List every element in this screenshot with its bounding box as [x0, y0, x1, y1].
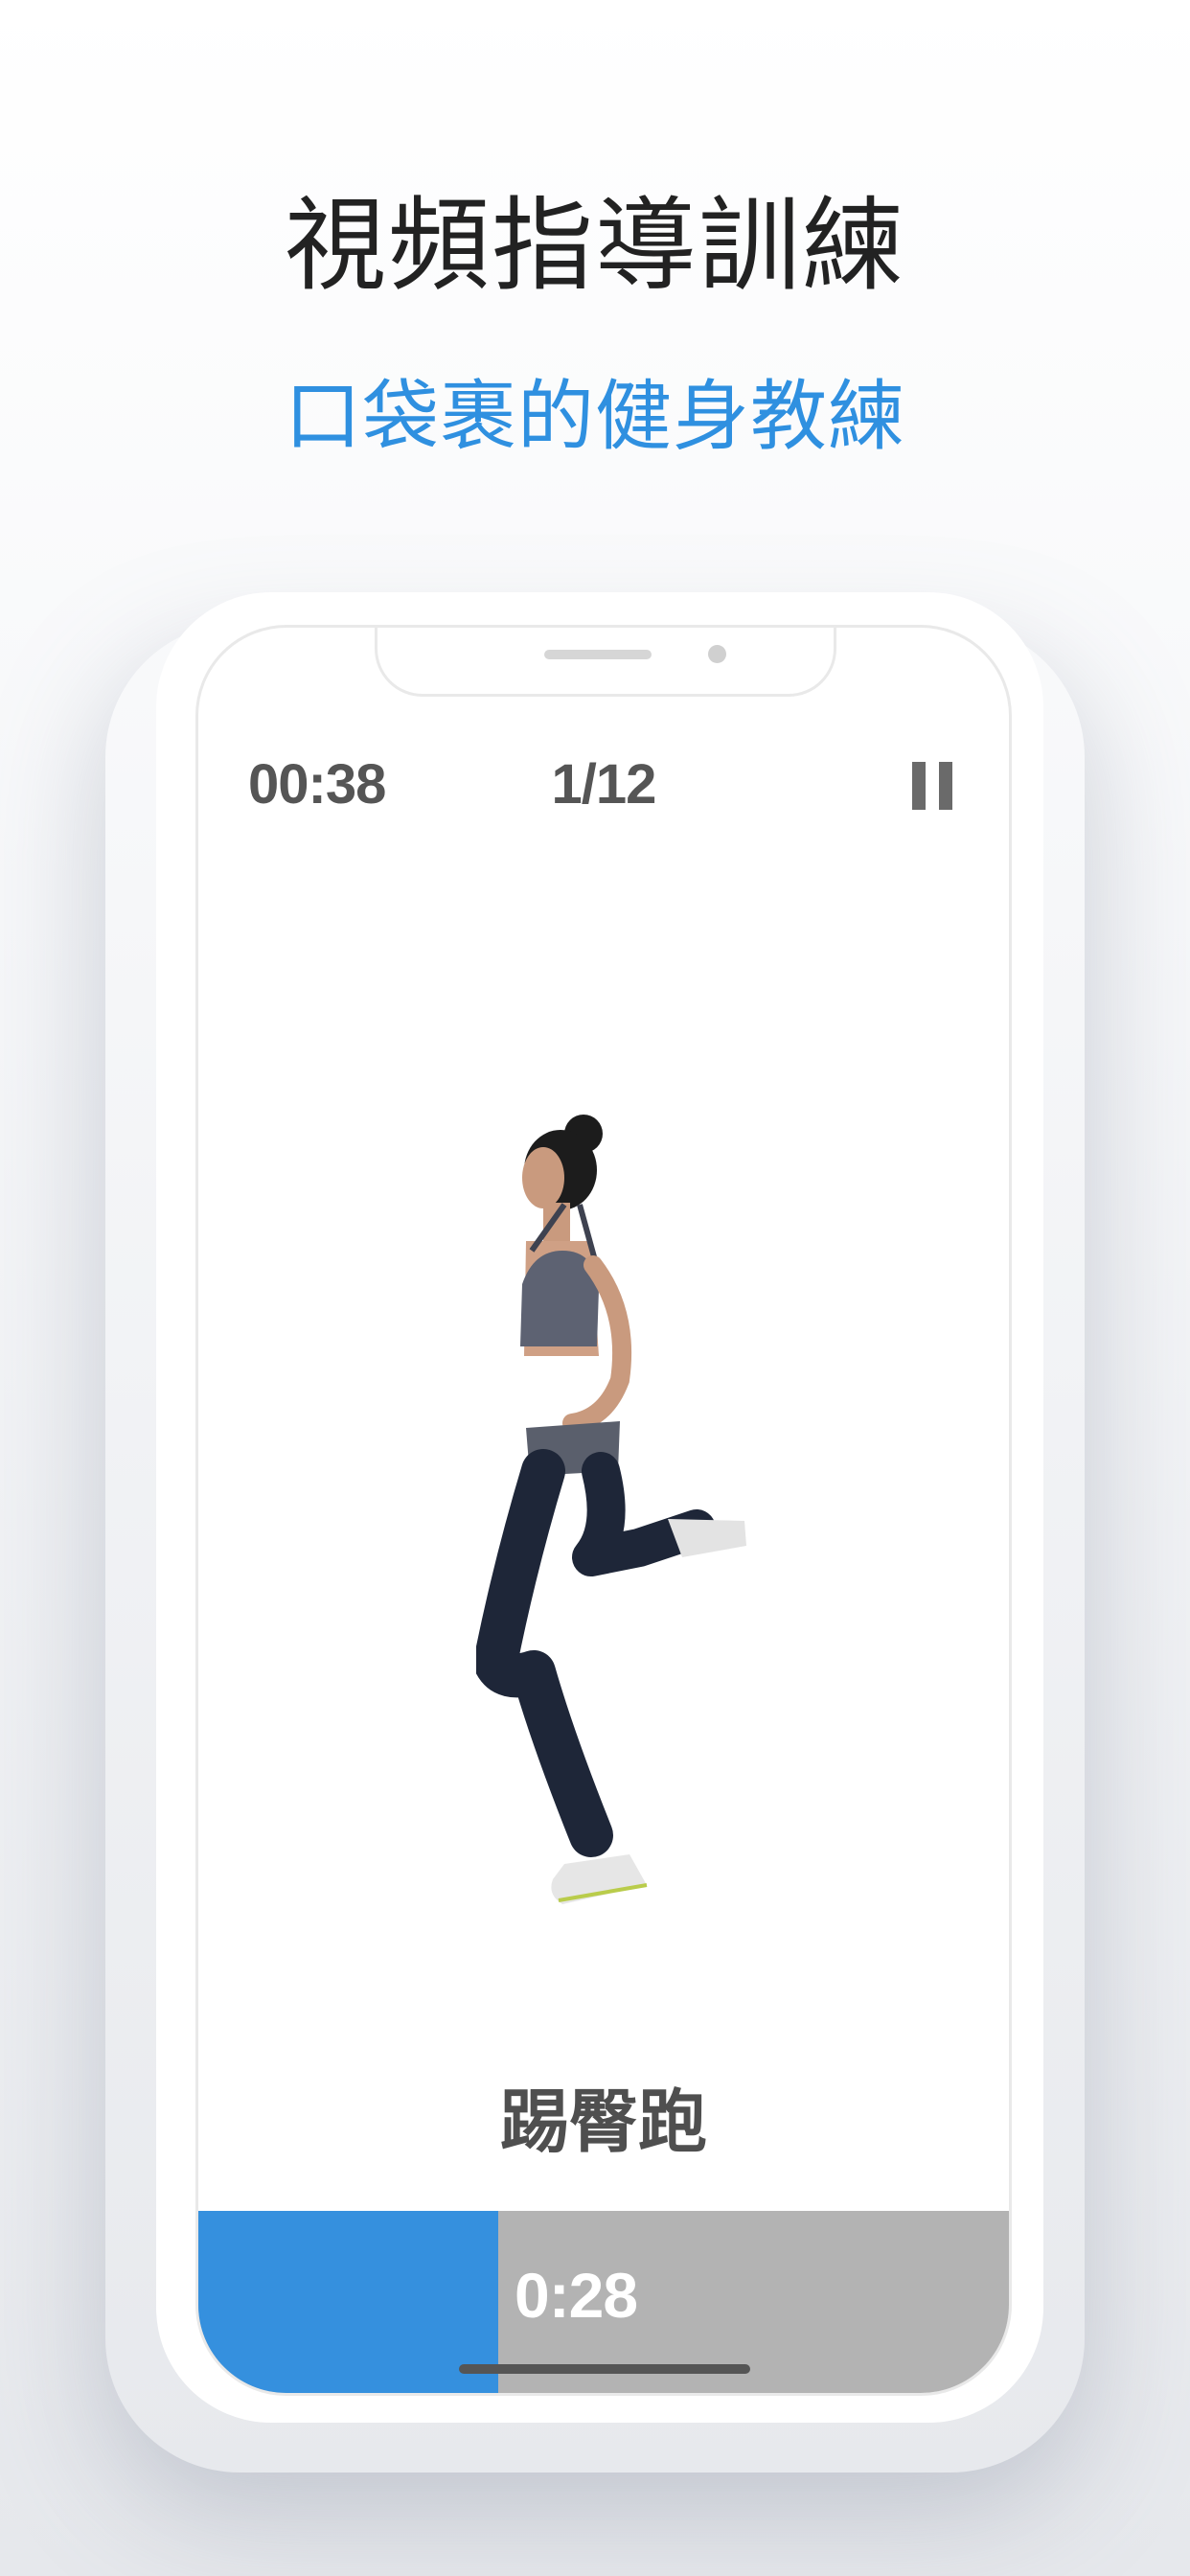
front-camera — [708, 645, 726, 663]
exercise-counter: 1/12 — [551, 753, 657, 816]
pause-icon — [912, 762, 926, 810]
promo-headline: 視頻指導訓練 — [285, 187, 905, 305]
workout-status-row: 00:38 1/12 — [198, 752, 1009, 829]
pause-button[interactable] — [912, 762, 954, 810]
progress-fill — [198, 2211, 499, 2393]
home-indicator[interactable] — [459, 2364, 750, 2374]
remaining-time: 0:28 — [515, 2260, 638, 2331]
exercise-name: 踢臀跑 — [499, 2082, 707, 2162]
phone-screen: 00:38 1/12 踢臀跑 0:28 — [195, 625, 1012, 2396]
exercise-demo-video[interactable] — [476, 1107, 754, 1931]
pause-icon-bar — [939, 762, 952, 810]
phone-notch — [375, 628, 836, 697]
promo-subheadline: 口袋裹的健身教練 — [285, 372, 905, 461]
speaker-grille — [544, 650, 652, 659]
